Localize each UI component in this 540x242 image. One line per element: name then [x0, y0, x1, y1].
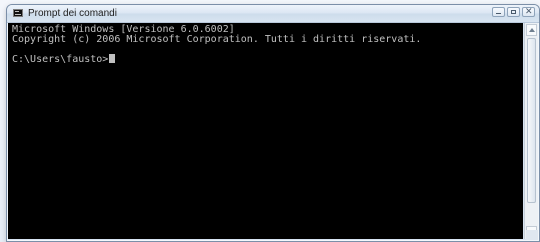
window-titlebar[interactable]: Prompt dei comandi ✕ [7, 5, 539, 23]
close-button[interactable]: ✕ [522, 7, 535, 17]
scroll-up-button[interactable] [526, 24, 537, 36]
console-line-copyright: Copyright (c) 2006 Microsoft Corporation… [12, 34, 422, 45]
prompt-text: C:\Users\fausto> [12, 54, 109, 65]
maximize-icon [511, 10, 516, 14]
close-icon: ✕ [525, 7, 533, 17]
command-prompt-icon [13, 9, 23, 17]
maximize-button[interactable] [507, 7, 520, 17]
scroll-thumb[interactable] [527, 38, 536, 203]
vertical-scrollbar[interactable] [524, 23, 538, 239]
text-cursor [109, 54, 116, 63]
minimize-icon [496, 13, 501, 14]
screenshot-stage: Prompt dei comandi ✕ Microsoft Windows [… [0, 0, 540, 242]
minimize-button[interactable] [492, 7, 505, 17]
command-prompt-window: Prompt dei comandi ✕ Microsoft Windows [… [6, 4, 540, 242]
resize-corner[interactable] [526, 230, 538, 240]
command-prompt-line[interactable]: C:\Users\fausto> [12, 54, 116, 65]
window-title: Prompt dei comandi [28, 8, 117, 19]
console-output[interactable]: Microsoft Windows [Versione 6.0.6002] Co… [8, 23, 523, 239]
window-controls: ✕ [492, 7, 535, 17]
